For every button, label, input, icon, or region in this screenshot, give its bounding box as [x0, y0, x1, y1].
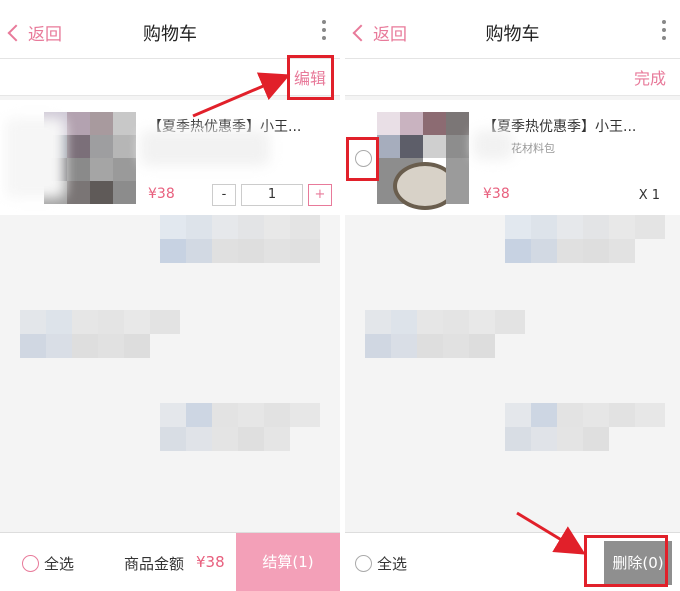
- increment-button[interactable]: +: [308, 184, 332, 206]
- product-price: ¥38: [148, 186, 175, 202]
- checkout-button[interactable]: 结算(1): [236, 533, 340, 591]
- product-price: ¥38: [483, 186, 510, 202]
- decrement-button[interactable]: -: [212, 184, 236, 206]
- total-value: ¥38: [196, 553, 225, 571]
- select-all-label[interactable]: 全选: [377, 553, 407, 574]
- highlight-edit: [287, 55, 334, 100]
- nav-header: 返回 购物车: [0, 12, 340, 59]
- highlight-item-checkbox: [346, 137, 379, 181]
- cart-footer: 全选 商品金额 ¥38 结算(1): [0, 532, 340, 591]
- highlight-delete: [584, 535, 668, 587]
- cart-item: 【夏季热优惠季】小王... 花材料包 ¥38 X 1: [345, 100, 680, 215]
- quantity-label: X 1: [638, 188, 660, 203]
- quantity-input[interactable]: 1: [241, 184, 303, 206]
- pixelated-content: [0, 215, 340, 532]
- page-title: 购物车: [485, 24, 540, 45]
- product-thumbnail[interactable]: [377, 112, 469, 210]
- select-all-label[interactable]: 全选: [44, 553, 74, 574]
- select-all-checkbox[interactable]: [22, 555, 39, 572]
- more-vertical-icon[interactable]: [322, 20, 326, 44]
- pixelated-content: [345, 215, 680, 532]
- page-title: 购物车: [143, 24, 197, 45]
- product-subtitle: 花材料包: [511, 142, 555, 155]
- more-vertical-icon[interactable]: [662, 20, 666, 44]
- edit-bar: 完成: [345, 59, 680, 96]
- nav-header: 返回 购物车: [345, 12, 680, 59]
- select-all-checkbox[interactable]: [355, 555, 372, 572]
- total-label: 商品金额: [124, 555, 185, 573]
- quantity-stepper: - 1 +: [212, 184, 332, 206]
- status-bar: [345, 0, 680, 12]
- cart-item: 【夏季热优惠季】小王... ¥38 - 1 +: [0, 100, 340, 215]
- done-button[interactable]: 完成: [634, 65, 666, 89]
- right-screen: 返回 购物车 完成 【夏季热优惠季】小王... 花材料包 ¥38 X 1 全选 …: [345, 0, 680, 591]
- status-bar: [0, 0, 340, 12]
